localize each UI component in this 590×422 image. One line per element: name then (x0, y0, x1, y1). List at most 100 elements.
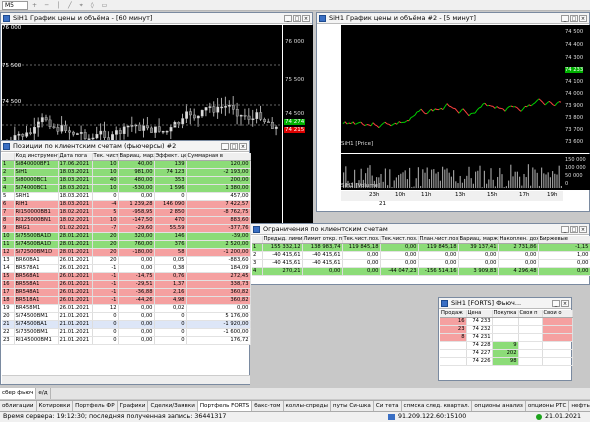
column-header[interactable]: План.чист.поз. (418, 236, 459, 245)
column-header[interactable]: Дата пога (58, 153, 93, 162)
workspace-tab[interactable]: опционы РТС (526, 401, 570, 411)
minimize-button[interactable]: _ (561, 15, 569, 22)
volume-bar (510, 164, 512, 188)
column-header[interactable]: Код инструмента (14, 153, 59, 162)
workspace-tab[interactable]: Си тета (374, 401, 402, 411)
column-header[interactable]: Лимит откр. п (302, 236, 343, 245)
orderbook-row[interactable]: 8 74 231 (440, 333, 573, 343)
column-header[interactable] (2, 153, 15, 162)
orderbook-row[interactable]: 74 227 202 (440, 349, 573, 359)
table-row[interactable]: 7 RI150000BB1 18.02.2021 5 -958,95 2 850 -8 76… (2, 208, 251, 218)
minimize-button[interactable]: _ (561, 226, 569, 233)
window-title[interactable]: Позиции по клиентским счетам (фьючерсы) … (1, 141, 249, 152)
column-header[interactable] (252, 236, 263, 245)
chart-canvas[interactable] (341, 25, 563, 153)
workspace-tab[interactable]: спмска след. квартал. (402, 401, 473, 411)
column-header[interactable]: Вариац. маржа (458, 236, 499, 245)
candle-body (220, 106, 224, 109)
maximize-button[interactable]: □ (570, 226, 578, 233)
table-cell: 7 (2, 208, 15, 218)
minimize-button[interactable]: _ (284, 15, 292, 22)
workspace-tab[interactable]: бакс-том (252, 401, 284, 411)
table-row[interactable]: 20 Si74500BM1 21.01.2021 0 0,00 0 5 176,00 (2, 312, 251, 322)
table-row[interactable]: 11 Si74500BA1D 28.01.2021 20 760,00 376 2 520,… (2, 240, 251, 250)
window-title[interactable]: Ограничения по клиентским счетам (251, 224, 589, 235)
close-button[interactable]: × (561, 300, 569, 307)
workspace-tab[interactable]: Котировки (37, 401, 74, 411)
table-row[interactable]: 8 RI125000BN1 18.02.2021 10 -147,50 470 883,60 (2, 216, 251, 226)
table-row[interactable]: 1 Si840000BF1 17.06.2021 10 40,00 139 120,00 (2, 160, 251, 170)
column-header[interactable]: Своя п (518, 310, 543, 319)
table-row[interactable]: 1 155 332,12 138 983,74 119 845,18 0,00 119 8… (252, 243, 590, 253)
table-row[interactable]: 23 RI145000BM1 21.01.2021 0 0,00 0 176,72 (2, 336, 251, 346)
close-button[interactable]: × (579, 226, 587, 233)
volume-bar (499, 167, 501, 188)
window-tabs: сбер фьюч е/д (0, 388, 590, 399)
column-header[interactable]: Накоплен. доход (498, 236, 539, 245)
table-row[interactable]: 21 Si74500BA1 21.01.2021 0 0,00 0 -1 920,00 (2, 320, 251, 330)
table-row[interactable]: 22 Si73500BM1 21.01.2021 0 0,00 0 -1 600,00 (2, 328, 251, 338)
column-header[interactable]: Эффект. цена (154, 153, 187, 162)
workspace-tab[interactable]: опционы анализ (472, 401, 526, 411)
workspace-tab[interactable]: Портфель FORTS (197, 401, 253, 411)
column-header[interactable]: Вариац. маржа (118, 153, 155, 162)
close-button[interactable]: × (239, 143, 247, 150)
window-title[interactable]: SiH1 График цены и объёма - [60 минут] (1, 13, 312, 24)
table-row[interactable]: 19 BR458M1 26.01.2021 12 0,00 0,02 0,00 (2, 304, 251, 314)
table-row[interactable]: 15 BR568A1 26.01.2021 -1 -14,75 0,76 272,45 (2, 272, 251, 282)
orderbook-row[interactable]: 23 74 232 (440, 325, 573, 335)
column-header[interactable]: Продаж (440, 310, 467, 319)
column-header[interactable]: Суммарная в (186, 153, 251, 162)
horizontal-scrollbar[interactable] (2, 375, 250, 384)
table-row[interactable]: 16 BR558A1 26.01.2021 -1 -29,51 1,37 338,73 (2, 280, 251, 290)
table-row[interactable]: 5 SRH1 18.03.2021 0 0,00 0 457,00 (2, 192, 251, 202)
workspace-tab[interactable]: нефть- (569, 401, 590, 411)
table-row[interactable]: 9 BRG1 01.02.2021 -7 -29,60 55,59 -377,76 (2, 224, 251, 234)
candle-body (243, 115, 247, 117)
close-button[interactable]: × (579, 15, 587, 22)
table-row[interactable]: 13 BR60BA1 26.01.2021 20 0,00 0,05 -883,60 (2, 256, 251, 266)
orderbook-row[interactable]: 74 226 98 (440, 357, 573, 367)
table-row[interactable]: 2 SiH1 18.03.2021 10 981,00 74 123 -2 193,00 (2, 168, 251, 178)
workspace-tab[interactable]: коллы-спреды (284, 401, 331, 411)
window-tab[interactable]: е/д (36, 388, 51, 399)
workspace-tab[interactable]: Графики (118, 401, 149, 411)
drawing-tools[interactable]: + ─ │ ╱ ⌖ ◊ ▭ (32, 2, 112, 9)
table-row[interactable]: 10 Si75500BA1D 28.01.2021 20 320,00 146 -39,00 (2, 232, 251, 242)
workspace-tab[interactable]: путы Си-шка (331, 401, 374, 411)
window-title[interactable]: SiH1 График цены и объёма #2 - [5 минут] (317, 13, 589, 24)
table-row[interactable]: 4 Si74000BC1 18.03.2021 10 -530,00 1 596 1 380… (2, 184, 251, 194)
workspace-tab[interactable]: облигации (0, 401, 37, 411)
close-button[interactable]: × (302, 15, 310, 22)
table-row[interactable]: 3 -40 415,61 -40 415,61 0,00 0,00 0,00 0,00 0,0… (252, 259, 590, 269)
column-header[interactable]: Тек. чист.поз. (92, 153, 119, 162)
column-header[interactable]: Покупка (492, 310, 519, 319)
column-header[interactable]: Цена (466, 310, 493, 319)
column-header[interactable]: Свои о (542, 310, 573, 319)
workspace-tab[interactable]: Портфель ФР (73, 401, 118, 411)
workspace-tab[interactable]: Сделки/Заявки (148, 401, 198, 411)
positions-table: Код инструмента Дата пога Тек. чист.поз.… (2, 153, 251, 346)
table-row[interactable]: 17 BR548A1 26.01.2021 -1 -36,88 2,16 360,82 (2, 288, 251, 298)
maximize-button[interactable]: □ (293, 15, 301, 22)
table-row[interactable]: 14 BR578A1 26.01.2021 -1 0,00 0,38 184,09 (2, 264, 251, 274)
table-row[interactable]: 6 RIH1 18.03.2021 -4 1 239,28 146 090 7 422,57 (2, 200, 251, 210)
maximize-button[interactable]: □ (230, 143, 238, 150)
table-row[interactable]: 18 BR518A1 26.01.2021 -1 -44,26 4,98 360,82 (2, 296, 251, 306)
column-header[interactable]: Биржевые (538, 236, 590, 245)
table-row[interactable]: 12 Si72500BM1D 28.01.2021 20 -180,00 58 -1 200… (2, 248, 251, 258)
minimize-button[interactable]: _ (221, 143, 229, 150)
column-header[interactable]: Тек.чист.поз. (342, 236, 381, 245)
orderbook-row[interactable]: 74 228 9 (440, 341, 573, 351)
column-header[interactable]: Тек.чист.поз. ( (380, 236, 419, 245)
interval-select[interactable]: M5 (2, 1, 28, 10)
window-tab[interactable]: сбер фьюч (0, 388, 37, 399)
table-row[interactable]: 3 Si80000BC1 18.03.2021 40 480,00 353 200,00 (2, 176, 251, 186)
table-row[interactable]: 4 270,21 0,00 0,00 -44 047,23 -156 514,16 3 90… (252, 267, 590, 277)
minimize-button[interactable]: _ (552, 300, 560, 307)
column-header[interactable]: Предыд. лимит (262, 236, 303, 245)
orderbook-row[interactable]: 16 74 233 (440, 317, 573, 327)
table-cell: -40 415,61 (302, 251, 343, 261)
maximize-button[interactable]: □ (570, 15, 578, 22)
table-row[interactable]: 2 -40 415,61 -40 415,61 0,00 0,00 0,00 0,00 0,0… (252, 251, 590, 261)
